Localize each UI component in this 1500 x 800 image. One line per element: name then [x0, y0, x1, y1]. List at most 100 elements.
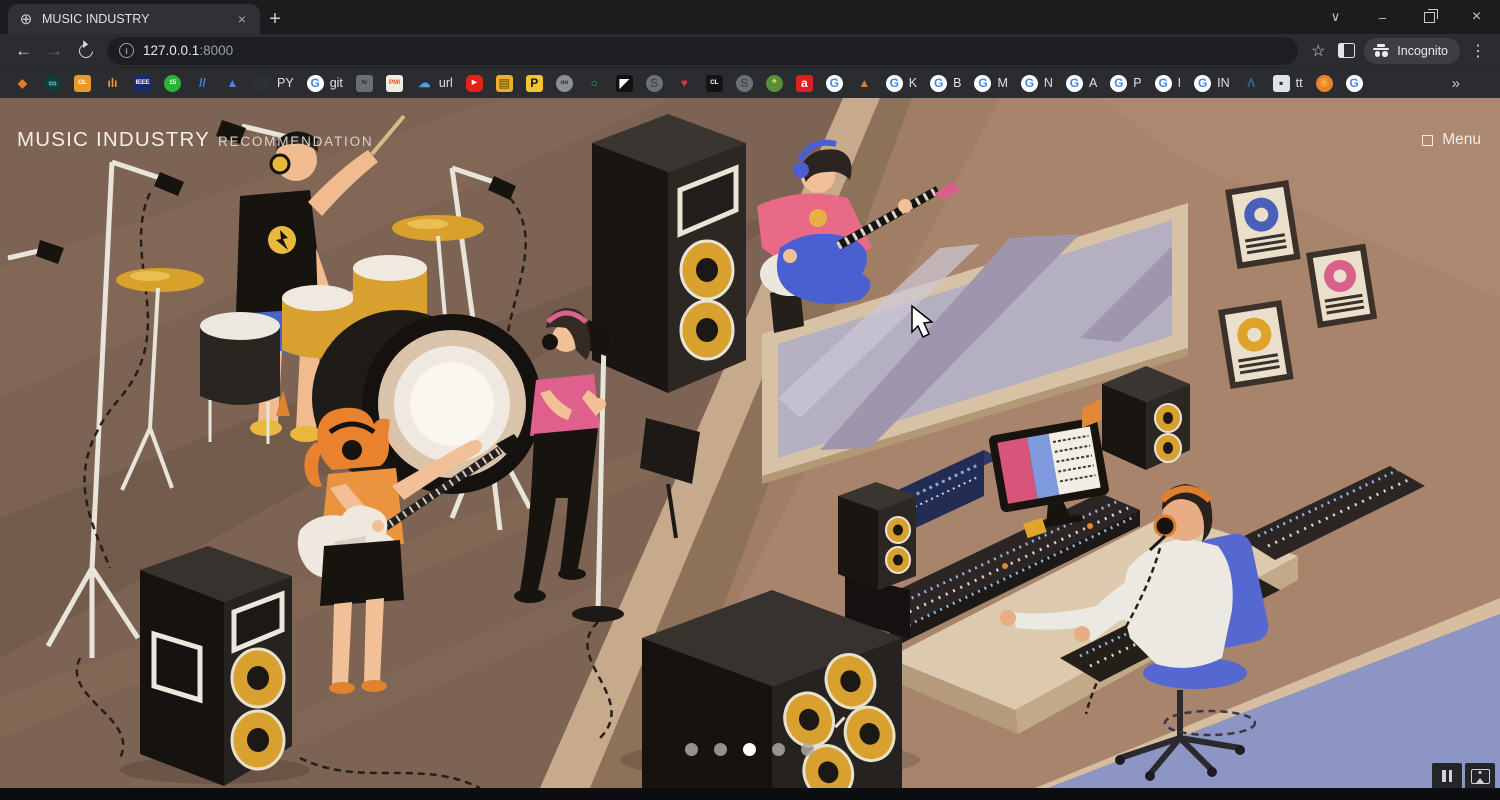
bookmark-item[interactable]: ▶ — [466, 72, 483, 94]
ieee-icon: IEEE — [134, 75, 151, 92]
bookmark-item[interactable]: IEEE — [134, 72, 151, 94]
google-m-icon: G — [974, 75, 991, 92]
pmi-icon: PMI — [386, 75, 403, 92]
bookmark-item[interactable]: 15 — [164, 72, 181, 94]
bookmark-item[interactable]: GB — [930, 72, 961, 94]
bookmark-item[interactable]: ☀ — [1316, 72, 1333, 94]
bookmarks-bar: ◆ ∞ GL ılı IEEE 15 // ▲ PY Ggittv PMI ☁url ▶ ▤ Poo ○ ◤ S ♥… — [0, 67, 1500, 98]
bookmark-item[interactable]: S — [646, 72, 663, 94]
bookmark-item[interactable]: GA — [1066, 72, 1097, 94]
pause-icon — [1442, 770, 1452, 782]
bookmark-item[interactable]: // — [194, 72, 211, 94]
bookmark-item[interactable]: ▲ — [856, 72, 873, 94]
bookmark-item[interactable]: ▲ — [224, 72, 241, 94]
bookmarks-overflow-button[interactable]: » — [1452, 75, 1486, 92]
bookmark-item[interactable]: ☁url — [416, 72, 453, 94]
tab-close-icon[interactable]: × — [234, 11, 250, 27]
green-badge-icon: * — [766, 75, 783, 92]
carousel-dot[interactable] — [772, 743, 785, 756]
bookmark-star-button[interactable]: ☆ — [1304, 37, 1332, 65]
close-window-button[interactable]: × — [1453, 0, 1500, 34]
google-i-icon: G — [1155, 75, 1172, 92]
bookmark-label: A — [1089, 76, 1097, 90]
incognito-icon — [1372, 44, 1390, 57]
bookmark-item[interactable]: ◤ — [616, 72, 633, 94]
bookmark-item[interactable]: ○ — [586, 72, 603, 94]
google-ads-icon: // — [194, 75, 211, 92]
bookmark-item[interactable]: PY — [254, 72, 294, 94]
carousel-pause-button[interactable] — [1432, 763, 1462, 788]
craigslist-icon: CL — [706, 75, 723, 92]
bookmark-item[interactable]: GI — [1155, 72, 1181, 94]
floor-speaker-mid — [838, 482, 916, 638]
bookmark-item[interactable]: GP — [1110, 72, 1141, 94]
address-bar[interactable]: i 127.0.0.1:8000 — [107, 37, 1298, 65]
carousel-dot[interactable] — [685, 743, 698, 756]
restore-icon — [1424, 12, 1435, 23]
bookmark-item[interactable]: PMI — [386, 72, 403, 94]
bookmark-item[interactable]: GM — [974, 72, 1007, 94]
tab-title: MUSIC INDUSTRY — [42, 12, 226, 26]
green-ring-icon: ○ — [586, 75, 603, 92]
bookmark-item[interactable]: Ggit — [307, 72, 343, 94]
carousel-slideshow-button[interactable] — [1465, 763, 1495, 788]
airtel-icon: a — [796, 75, 813, 92]
carousel-dot[interactable] — [743, 743, 756, 756]
restore-button[interactable] — [1406, 0, 1453, 34]
bookmark-item[interactable]: ∞ — [44, 72, 61, 94]
reload-button[interactable] — [70, 36, 101, 66]
bookmark-item[interactable]: G — [1346, 72, 1363, 94]
site-title-wrap: MUSIC INDUSTRY RECOMMENDATION — [17, 128, 373, 152]
side-panel-icon — [1338, 43, 1355, 58]
page-header: MUSIC INDUSTRY RECOMMENDATION Menu — [0, 128, 1500, 152]
carousel-dot[interactable] — [801, 743, 814, 756]
back-button[interactable]: ← — [8, 36, 39, 66]
menu-button[interactable]: Menu — [1422, 131, 1483, 149]
bottom-strip — [0, 788, 1500, 800]
browser-tab[interactable]: ⊕ MUSIC INDUSTRY × — [8, 4, 260, 34]
bookmark-item[interactable]: GL — [74, 72, 91, 94]
page-subtitle: RECOMMENDATION — [218, 134, 373, 149]
bookmark-item[interactable]: GK — [886, 72, 917, 94]
side-panel-button[interactable] — [1332, 37, 1360, 65]
gray-s-icon: S — [646, 75, 663, 92]
bookmark-item[interactable]: GIN — [1194, 72, 1230, 94]
bookmark-item[interactable]: CL — [706, 72, 723, 94]
browser-menu-button[interactable]: ⋮ — [1464, 37, 1492, 65]
bookmark-item[interactable]: GN — [1021, 72, 1053, 94]
bookmark-item[interactable]: P — [526, 72, 543, 94]
tab-bar: ⊕ MUSIC INDUSTRY × + ∨ – × — [0, 0, 1500, 34]
orange-gl-icon: GL — [74, 75, 91, 92]
bookmark-item[interactable]: * — [766, 72, 783, 94]
tab-search-button[interactable]: ∨ — [1312, 0, 1359, 34]
spy-badge-icon: oo — [556, 75, 573, 92]
gray-s2-icon: S — [736, 75, 753, 92]
bookmark-item[interactable]: G — [826, 72, 843, 94]
kite-icon: ◆ — [14, 75, 31, 92]
google-n-icon: G — [1021, 75, 1038, 92]
bookmark-item[interactable]: ♥ — [676, 72, 693, 94]
bookmark-item[interactable]: ▤ — [496, 72, 513, 94]
bookmark-item[interactable]: ▪tt — [1273, 72, 1303, 94]
bookmark-item[interactable]: ◆ — [14, 72, 31, 94]
minimize-button[interactable]: – — [1359, 0, 1406, 34]
google-a-icon: G — [1066, 75, 1083, 92]
new-tab-button[interactable]: + — [260, 4, 290, 34]
google-k-icon: G — [886, 75, 903, 92]
forward-button[interactable]: → — [39, 36, 70, 66]
google-b-icon: G — [930, 75, 947, 92]
bookmark-item[interactable]: ılı — [104, 72, 121, 94]
bookmark-item[interactable]: oo — [556, 72, 573, 94]
google3-icon: G — [1346, 75, 1363, 92]
bookmark-item[interactable]: S — [736, 72, 753, 94]
bookmark-item[interactable]: Λ — [1243, 72, 1260, 94]
carousel-dot[interactable] — [714, 743, 727, 756]
bookmark-item[interactable]: a — [796, 72, 813, 94]
mountain-icon: Λ — [1243, 75, 1260, 92]
bookmark-label: tt — [1296, 76, 1303, 90]
bookmark-label: N — [1044, 76, 1053, 90]
bookmark-label: PY — [277, 76, 294, 90]
whatsapp-badge-icon: 15 — [164, 75, 181, 92]
bookmark-item[interactable]: tv — [356, 72, 373, 94]
site-info-icon[interactable]: i — [119, 43, 134, 58]
